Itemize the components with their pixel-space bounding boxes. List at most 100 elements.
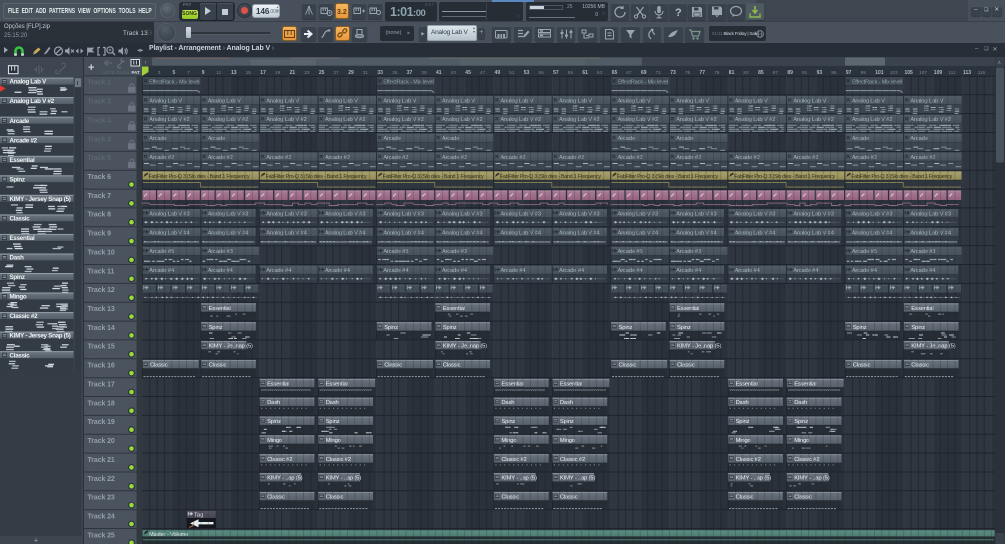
svg-text:Track 19: Track 19	[88, 419, 115, 426]
svg-text:59: 59	[568, 70, 574, 75]
svg-text:...: ...	[92, 259, 96, 265]
svg-text:Essential: Essential	[10, 235, 35, 242]
svg-text:21: 21	[290, 70, 296, 76]
svg-text:73: 73	[670, 70, 676, 76]
svg-text:99: 99	[861, 70, 867, 75]
svg-text:...: ...	[92, 202, 96, 208]
svg-text:...: ...	[92, 353, 96, 359]
svg-text:...: ...	[92, 278, 96, 284]
svg-text:...: ...	[92, 164, 96, 170]
svg-text:NOTE: NOTE	[103, 70, 115, 75]
svg-text:...: ...	[92, 391, 96, 397]
svg-text:Track 8: Track 8	[88, 212, 112, 219]
svg-text:47: 47	[480, 70, 486, 75]
svg-text:Track 13: Track 13	[88, 306, 115, 313]
svg-text:29: 29	[348, 70, 354, 76]
svg-text:Track 9: Track 9	[88, 231, 112, 238]
svg-text:Track 12: Track 12	[88, 287, 115, 294]
svg-text:Track 1: Track 1	[88, 80, 112, 87]
svg-text:39: 39	[421, 70, 427, 75]
svg-text:...: ...	[92, 466, 96, 472]
svg-text:53: 53	[524, 70, 530, 76]
svg-text:...: ...	[92, 146, 96, 152]
svg-text:31: 31	[363, 70, 369, 75]
svg-text:Track 5: Track 5	[88, 155, 112, 162]
svg-text:11: 11	[216, 70, 221, 75]
svg-text:Track 10: Track 10	[88, 249, 115, 256]
svg-text:43: 43	[451, 70, 457, 75]
svg-text:Track 7: Track 7	[88, 193, 112, 200]
svg-text:?: ?	[675, 7, 682, 19]
svg-text:13: 13	[231, 70, 237, 76]
svg-text:Spinz: Spinz	[10, 274, 25, 281]
svg-text:PAT: PAT	[132, 70, 140, 75]
svg-text:Arcade #2: Arcade #2	[10, 137, 38, 144]
svg-text:...: ...	[92, 108, 96, 114]
svg-text:Track 3: Track 3	[88, 117, 112, 124]
svg-text:Classic #2: Classic #2	[10, 313, 39, 320]
svg-text:Dash: Dash	[10, 255, 25, 262]
svg-text:33: 33	[377, 70, 383, 76]
svg-text:KIMY - Jersey Snap (5): KIMY - Jersey Snap (5)	[10, 196, 71, 203]
svg-text:Classic: Classic	[10, 216, 31, 223]
svg-text:57: 57	[553, 70, 559, 76]
svg-text:17: 17	[260, 70, 266, 76]
svg-text:Arcade: Arcade	[10, 118, 30, 125]
svg-text:Track 14: Track 14	[88, 325, 115, 332]
svg-text:91: 91	[802, 70, 808, 75]
svg-text:+: +	[34, 538, 38, 544]
svg-text:41: 41	[436, 70, 442, 76]
svg-text:Track 6: Track 6	[88, 174, 112, 181]
svg-text:KIMY - Jersey Snap (5): KIMY - Jersey Snap (5)	[10, 333, 71, 340]
svg-text:71: 71	[656, 70, 662, 75]
svg-text:...: ...	[92, 429, 96, 435]
svg-text:3.2: 3.2	[337, 9, 347, 16]
svg-text:97: 97	[846, 70, 852, 76]
svg-text:83: 83	[743, 70, 749, 75]
svg-text:35: 35	[392, 70, 398, 75]
svg-text:7: 7	[187, 70, 190, 75]
svg-text:∧: ∧	[998, 60, 1002, 66]
svg-text:Mingo: Mingo	[10, 294, 27, 301]
svg-text:Classic: Classic	[10, 352, 31, 359]
svg-text:‹: ‹	[145, 60, 147, 66]
svg-text:111: 111	[948, 70, 956, 75]
svg-text:19: 19	[275, 70, 281, 75]
svg-text:CHAN: CHAN	[117, 70, 129, 75]
svg-text:49: 49	[495, 70, 501, 76]
svg-text:...: ...	[92, 240, 96, 246]
svg-text:55: 55	[539, 70, 545, 75]
svg-text:75: 75	[685, 70, 691, 75]
svg-text:61: 61	[582, 70, 588, 76]
svg-text:115: 115	[978, 70, 986, 75]
svg-text:...: ...	[92, 372, 96, 378]
svg-text:63: 63	[597, 70, 603, 75]
svg-text:...: ...	[92, 183, 96, 189]
svg-text:...: ...	[92, 315, 96, 321]
svg-text:Track 20: Track 20	[88, 438, 115, 445]
svg-text:37: 37	[407, 70, 413, 76]
svg-text:Essential: Essential	[10, 157, 35, 164]
svg-text:107: 107	[919, 70, 927, 75]
svg-text:93: 93	[817, 70, 823, 76]
svg-text:45: 45	[465, 70, 471, 76]
svg-text:51: 51	[509, 70, 515, 75]
svg-text:+: +	[88, 62, 94, 74]
svg-text:109: 109	[934, 70, 943, 76]
svg-text:101: 101	[875, 70, 884, 76]
svg-text:79: 79	[714, 70, 720, 75]
svg-text:Track 23: Track 23	[88, 495, 115, 502]
svg-text:...: ...	[92, 89, 96, 95]
svg-text:Track 4: Track 4	[88, 136, 112, 143]
svg-text:95: 95	[831, 70, 837, 75]
svg-text:Spinz: Spinz	[10, 176, 25, 183]
svg-text:Track 11: Track 11	[88, 268, 115, 275]
svg-text:...: ...	[92, 297, 96, 303]
svg-text:...: ...	[92, 523, 96, 529]
svg-text:85: 85	[758, 70, 764, 76]
svg-text:...: ...	[92, 447, 96, 453]
svg-text:5: 5	[173, 70, 176, 76]
svg-text:67: 67	[626, 70, 632, 75]
svg-text:105: 105	[905, 70, 914, 76]
svg-text:Track 15: Track 15	[88, 344, 115, 351]
